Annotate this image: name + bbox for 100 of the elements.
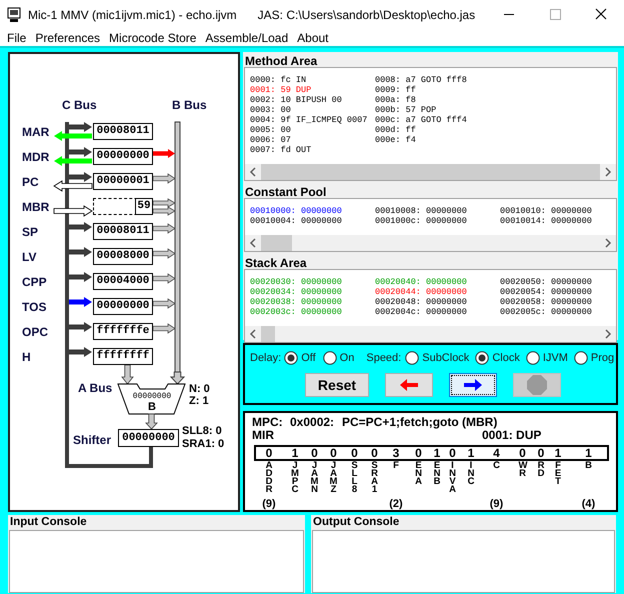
alu-label: B (147, 401, 157, 413)
register-label: MAR (22, 125, 50, 139)
mir-field-value: 1 (432, 445, 442, 461)
console-text-area[interactable] (312, 530, 615, 593)
mir-field-name: ENB (432, 462, 442, 486)
register-value: 00000000 (93, 298, 153, 315)
field-width-label: (2) (389, 498, 403, 510)
mir-field-name: INC (466, 462, 476, 486)
app-icon (7, 6, 21, 22)
shifter-label: Shifter (73, 432, 112, 449)
window-subtitle: JAS: C:\Users\sandorb\Desktop\echo.jas (258, 6, 476, 24)
step-back-button[interactable] (385, 373, 433, 397)
mir-field-name: F (392, 462, 400, 470)
menu-item[interactable]: Microcode Store (109, 28, 196, 46)
memory-entry: 0008: a7 GOTO fff8 (375, 75, 468, 85)
register-label: SP (22, 225, 38, 239)
memory-entry: 00010008: 00000000 (375, 206, 468, 216)
memory-entry: 0002004c: 00000000 (375, 307, 468, 317)
memory-entry: 0006: 07 (250, 135, 292, 145)
memory-entry: 0002: 10 BIPUSH 00 (250, 95, 343, 105)
mir-field-value: 3 (392, 445, 400, 461)
memory-entry: 0001: 59 DUP (250, 85, 312, 95)
memory-entry: 000e: f4 (375, 135, 417, 145)
memory-entry: 0004: 9f IF_ICMPEQ 0007 (250, 115, 368, 125)
b-bus-label: B Bus (172, 97, 207, 114)
memory-entry: 000d: ff (375, 125, 417, 135)
radio-label: Off (301, 350, 316, 366)
radio-label: On (340, 350, 354, 366)
console-text-area[interactable] (9, 530, 304, 593)
scrollbar-thumb[interactable] (261, 326, 275, 342)
mir-field-name: INVA (448, 462, 457, 494)
memory-entry: 00020034: 00000000 (250, 287, 343, 297)
memory-entry: 0003: 00 (250, 105, 292, 115)
horizontal-scrollbar[interactable] (245, 235, 616, 251)
radio-button[interactable] (405, 351, 420, 365)
radio-button[interactable] (475, 351, 490, 365)
reset-button[interactable]: Reset (305, 373, 369, 397)
a-bus-arrow (121, 364, 134, 385)
alu-shape (117, 384, 186, 414)
a-bus-label: A Bus (78, 380, 112, 397)
mir-field-name: RD (536, 462, 546, 478)
register-value: 00000001 (93, 173, 153, 190)
mir-field-value: 4 (492, 445, 501, 461)
mir-field-value: 0 (414, 445, 423, 461)
memory-entry: 00020044: 00000000 (375, 287, 468, 297)
memory-entry: 000a: f8 (375, 95, 417, 105)
register-label: CPP (22, 275, 47, 289)
horizontal-scrollbar[interactable] (245, 326, 616, 342)
scrollbar-thumb[interactable] (261, 235, 292, 251)
radio-button[interactable] (574, 351, 588, 365)
mir-field-name: JAMZ (329, 462, 338, 494)
memory-entry: 0007: fd OUT (250, 145, 312, 155)
register-value: 00008011 (93, 123, 153, 140)
mir-field-name: JMPC (290, 462, 300, 494)
left-arrow-icon (400, 379, 418, 391)
register-label: MBR (22, 200, 50, 214)
mir-field-value: 1 (290, 445, 300, 461)
menu-item[interactable]: File (7, 28, 26, 46)
section-title: Constant Pool (244, 184, 328, 198)
mir-field-value: 0 (370, 445, 379, 461)
register-label: TOS (22, 300, 46, 314)
mir-field-name: C (492, 462, 501, 470)
register-value: fffffffe (93, 323, 153, 340)
alu-flag-label: N: 0 (189, 383, 210, 395)
mpc-address: 0x0002: (290, 414, 336, 430)
memory-entry: 000b: 57 POP (375, 105, 438, 115)
radio-button[interactable] (284, 351, 298, 365)
memory-entry: 00020048: 00000000 (375, 297, 468, 307)
mir-field-name: ENA (414, 462, 423, 486)
menu-item[interactable]: Assemble/Load (205, 28, 288, 46)
mir-field-value: 1 (584, 445, 593, 461)
field-width-label: (4) (582, 498, 596, 510)
console-title: Output Console (312, 515, 400, 530)
memory-entry: 000c: a7 GOTO fff4 (375, 115, 468, 125)
console-title: Input Console (9, 515, 88, 530)
mir-field-value: 1 (554, 445, 562, 461)
mir-field-name: ADDR (264, 462, 274, 494)
memory-entry: 0002003c: 00000000 (250, 307, 343, 317)
memory-entry: 00020054: 00000000 (500, 287, 593, 297)
window-title: Mic-1 MMV (mic1ijvm.mic1) - echo.ijvm (28, 6, 237, 24)
radio-button[interactable] (322, 351, 337, 365)
field-width-label: (9) (490, 498, 504, 510)
memory-entry: 00020050: 00000000 (500, 277, 593, 287)
memory-entry: 0002005c: 00000000 (500, 307, 593, 317)
radio-button[interactable] (526, 351, 540, 365)
c-bus-label: C Bus (62, 97, 97, 114)
menu-item[interactable]: About (297, 28, 328, 46)
mir-field-value: 0 (329, 445, 338, 461)
memory-entry: 0009: ff (375, 85, 417, 95)
mir-field-name: B (584, 462, 593, 470)
mir-field-value: 0 (264, 445, 274, 461)
delay-label: Delay: (250, 350, 282, 366)
register-value: 59 (135, 198, 153, 215)
memory-entry: 00010010: 00000000 (500, 206, 593, 216)
menu-item[interactable]: Preferences (35, 28, 100, 46)
speed-label: Speed: (366, 350, 402, 366)
step-forward-button[interactable] (449, 373, 497, 397)
field-width-label: (9) (262, 498, 276, 510)
memory-entry: 00020040: 00000000 (375, 277, 468, 287)
memory-entry: 00020058: 00000000 (500, 297, 593, 307)
